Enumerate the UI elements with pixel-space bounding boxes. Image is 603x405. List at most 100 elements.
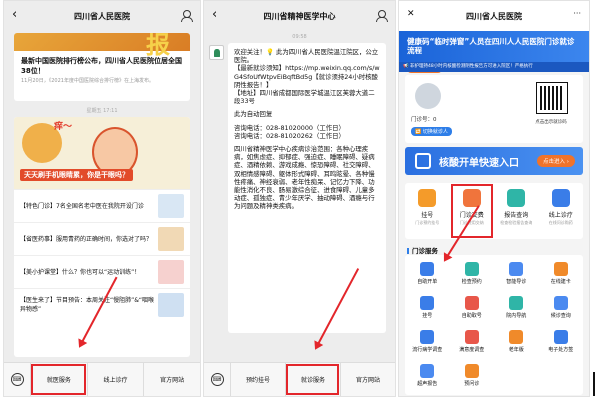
eye-fatigue-illustration[interactable]: 痒～ 天天刷手机眼睛累，你是干眼吗？ bbox=[14, 117, 190, 189]
service-item[interactable]: 挂号 bbox=[405, 293, 450, 326]
message-line: 【地址】四川省成都国际医学城温江区芙蓉大道二段33号 bbox=[234, 89, 375, 106]
menu-medical-service[interactable]: 就医服务 bbox=[30, 363, 87, 396]
service-label: 满意度调查 bbox=[459, 347, 485, 353]
phone-line[interactable]: 咨询电话：028-81020262（工作日） bbox=[234, 132, 380, 140]
message-link[interactable]: 【最新就诊须知】https://mp.weixin.qq.com/s/wG4Sf… bbox=[234, 64, 380, 89]
service-label: 检查预约 bbox=[461, 279, 482, 285]
quick-online-consult[interactable]: 线上诊疗 在线问诊购药 bbox=[539, 183, 584, 239]
text-cursor bbox=[593, 372, 595, 396]
message-time: 09:58 bbox=[292, 34, 307, 40]
article-item[interactable]: 【省医药事】服用青药的正确时间，你选对了吗？ bbox=[14, 222, 190, 255]
service-label: 候诊查询 bbox=[550, 313, 571, 319]
quick-label: 挂号 bbox=[421, 212, 434, 219]
auto-reply-message: 欢迎关注！💡 此为四川省人民医院温江院区，公立医院。 【最新就诊须知】https… bbox=[228, 43, 386, 333]
profile-icon[interactable] bbox=[181, 10, 193, 22]
service-icon bbox=[464, 296, 479, 310]
article-title: 【美小护课堂】什么？你也可以“运动训练”！ bbox=[20, 268, 141, 276]
switch-patient-button[interactable]: 🔁 切换就诊人 bbox=[411, 127, 452, 136]
menu-official-site[interactable]: 官方网站 bbox=[340, 363, 395, 396]
nucleic-acid-icon bbox=[415, 153, 431, 169]
patient-card: 门诊号：0 🔁 切换就诊人 点击出示就诊码 bbox=[405, 75, 583, 143]
enter-button[interactable]: 点击进入 › bbox=[537, 155, 575, 167]
section-title: 门诊服务 bbox=[407, 245, 438, 255]
chat-title: 四川省精神医学中心 bbox=[263, 11, 336, 21]
keyboard-icon[interactable]: ⌨ bbox=[4, 373, 30, 386]
service-item[interactable]: 预问诊 bbox=[450, 361, 495, 394]
patient-avatar bbox=[415, 83, 441, 109]
banner-glyph: 报 bbox=[146, 33, 170, 59]
quick-label: 报告查询 bbox=[504, 212, 529, 219]
article-list-card: 痒～ 天天刷手机眼睛累，你是干眼吗？ 【特色门诊】7名全国名老中医在我院开设门诊… bbox=[14, 117, 190, 357]
quick-services: 挂号 门诊预约挂号 门诊交费 门诊费用交纳 报告查询 检查检验报告查询 线上诊疗… bbox=[405, 183, 583, 239]
top-bar: ‹ 四川省精神医学中心 bbox=[204, 1, 395, 31]
service-item[interactable]: 候诊查询 bbox=[539, 293, 584, 326]
service-item[interactable]: 智能导诊 bbox=[494, 259, 539, 292]
top-bar: ‹ 四川省人民医院 bbox=[4, 1, 200, 31]
service-item[interactable]: 老年版 bbox=[494, 327, 539, 360]
news-card[interactable]: 报 最新中国医院排行榜公布，四川省人民医院位居全国38位！ 11月20日，《20… bbox=[14, 33, 190, 101]
service-item[interactable]: 电子处方签 bbox=[539, 327, 584, 360]
article-title: 【特色门诊】7名全国名老中医在我院开设门诊 bbox=[20, 202, 144, 210]
chat-panel-sichuan-peoples-hospital: ‹ 四川省人民医院 报 最新中国医院排行榜公布，四川省人民医院位居全国38位！ … bbox=[3, 0, 201, 397]
back-icon[interactable]: ‹ bbox=[212, 7, 217, 22]
top-bar: ✕ 四川省人民医院 ··· bbox=[399, 1, 589, 31]
patient-id: 门诊号：0 bbox=[411, 117, 437, 123]
nucleic-acid-title: 核酸开单快速入口 bbox=[439, 158, 519, 169]
phone-line[interactable]: 咨询电话：028-81020000（工作日） bbox=[234, 124, 380, 132]
message-time: 星期五 17:11 bbox=[86, 108, 118, 114]
account-avatar[interactable] bbox=[209, 45, 224, 60]
service-item[interactable]: 自助开单 bbox=[405, 259, 450, 292]
report-icon bbox=[507, 189, 526, 207]
service-icon bbox=[553, 330, 568, 344]
quick-report-query[interactable]: 报告查询 检查检验报告查询 bbox=[494, 183, 539, 239]
menu-official-site[interactable]: 官方网站 bbox=[143, 363, 200, 396]
service-icon bbox=[420, 330, 435, 344]
close-icon[interactable]: ✕ bbox=[407, 9, 415, 19]
service-label: 挂号 bbox=[422, 313, 433, 319]
service-label: 老年版 bbox=[508, 347, 524, 353]
service-item[interactable]: 检查预约 bbox=[450, 259, 495, 292]
message-line: 欢迎关注！💡 此为四川省人民医院温江院区，公立医院。 bbox=[234, 48, 379, 65]
article-thumbnail bbox=[158, 227, 184, 251]
page-title: 四川省人民医院 bbox=[466, 11, 522, 21]
service-item[interactable]: 超声报告 bbox=[405, 361, 450, 394]
mini-program-panel: ✕ 四川省人民医院 ··· 健康码“临时弹窗”人员在四川人人民医院门诊就诊流程 … bbox=[398, 0, 590, 397]
article-item[interactable]: 【美小护课堂】什么？你也可以“运动训练”！ bbox=[14, 255, 190, 288]
profile-icon[interactable] bbox=[376, 10, 388, 22]
outpatient-service-grid: 自助开单 检查预约 智能导诊 在线建卡挂号 自助取号 院内导航 候诊查询流行病学调查 满意度调… bbox=[405, 255, 583, 395]
more-icon[interactable]: ··· bbox=[573, 9, 581, 18]
qr-code-icon[interactable] bbox=[536, 82, 568, 114]
service-item[interactable]: 院内导航 bbox=[494, 293, 539, 326]
quick-sub: 在线问诊购药 bbox=[548, 220, 573, 225]
online-consult-icon bbox=[551, 189, 570, 207]
menu-visit-service[interactable]: 就诊服务 bbox=[285, 363, 340, 396]
banner-title: 健康码“临时弹窗”人员在四川人人民医院门诊就诊流程 bbox=[407, 37, 575, 55]
news-meta: 11月20日，《2021年度中国医院综合排行榜》在上海发布。 bbox=[21, 78, 154, 84]
back-icon[interactable]: ‹ bbox=[12, 7, 17, 22]
quick-outpatient-payment[interactable]: 门诊交费 门诊费用交纳 bbox=[450, 183, 495, 239]
service-icon bbox=[464, 364, 479, 378]
service-item[interactable]: 在线建卡 bbox=[539, 259, 584, 292]
register-icon bbox=[418, 189, 437, 207]
service-icon bbox=[509, 330, 524, 344]
service-label: 预问诊 bbox=[464, 381, 480, 387]
quick-sub: 门诊预约挂号 bbox=[415, 220, 440, 225]
illustration-title: 痒～ bbox=[54, 122, 73, 132]
menu-online-consult[interactable]: 线上诊疗 bbox=[86, 363, 144, 396]
notice-ticker: 📢 非护理持48小时内核酸检测阴性报告方可进入院区！严格执行 bbox=[399, 62, 589, 72]
service-item[interactable]: 满意度调查 bbox=[450, 327, 495, 360]
service-icon bbox=[553, 296, 568, 310]
service-label: 院内导航 bbox=[506, 313, 527, 319]
nucleic-acid-entry[interactable]: 核酸开单快速入口 点击进入 › bbox=[405, 147, 583, 175]
quick-register[interactable]: 挂号 门诊预约挂号 bbox=[405, 183, 450, 239]
keyboard-icon[interactable]: ⌨ bbox=[204, 373, 230, 386]
chat-panel-mental-health-center: ‹ 四川省精神医学中心 09:58 欢迎关注！💡 此为四川省人民医院温江院区，公… bbox=[203, 0, 396, 397]
article-item[interactable]: 【特色门诊】7名全国名老中医在我院开设门诊 bbox=[14, 189, 190, 222]
article-thumbnail bbox=[158, 260, 184, 284]
menu-appointment[interactable]: 预约挂号 bbox=[230, 363, 285, 396]
quick-label: 线上诊疗 bbox=[548, 212, 573, 219]
service-icon bbox=[420, 296, 435, 310]
service-item[interactable]: 自助取号 bbox=[450, 293, 495, 326]
covid-process-banner[interactable]: 健康码“临时弹窗”人员在四川人人民医院门诊就诊流程 点击了解详情 bbox=[399, 31, 589, 73]
service-item[interactable]: 流行病学调查 bbox=[405, 327, 450, 360]
